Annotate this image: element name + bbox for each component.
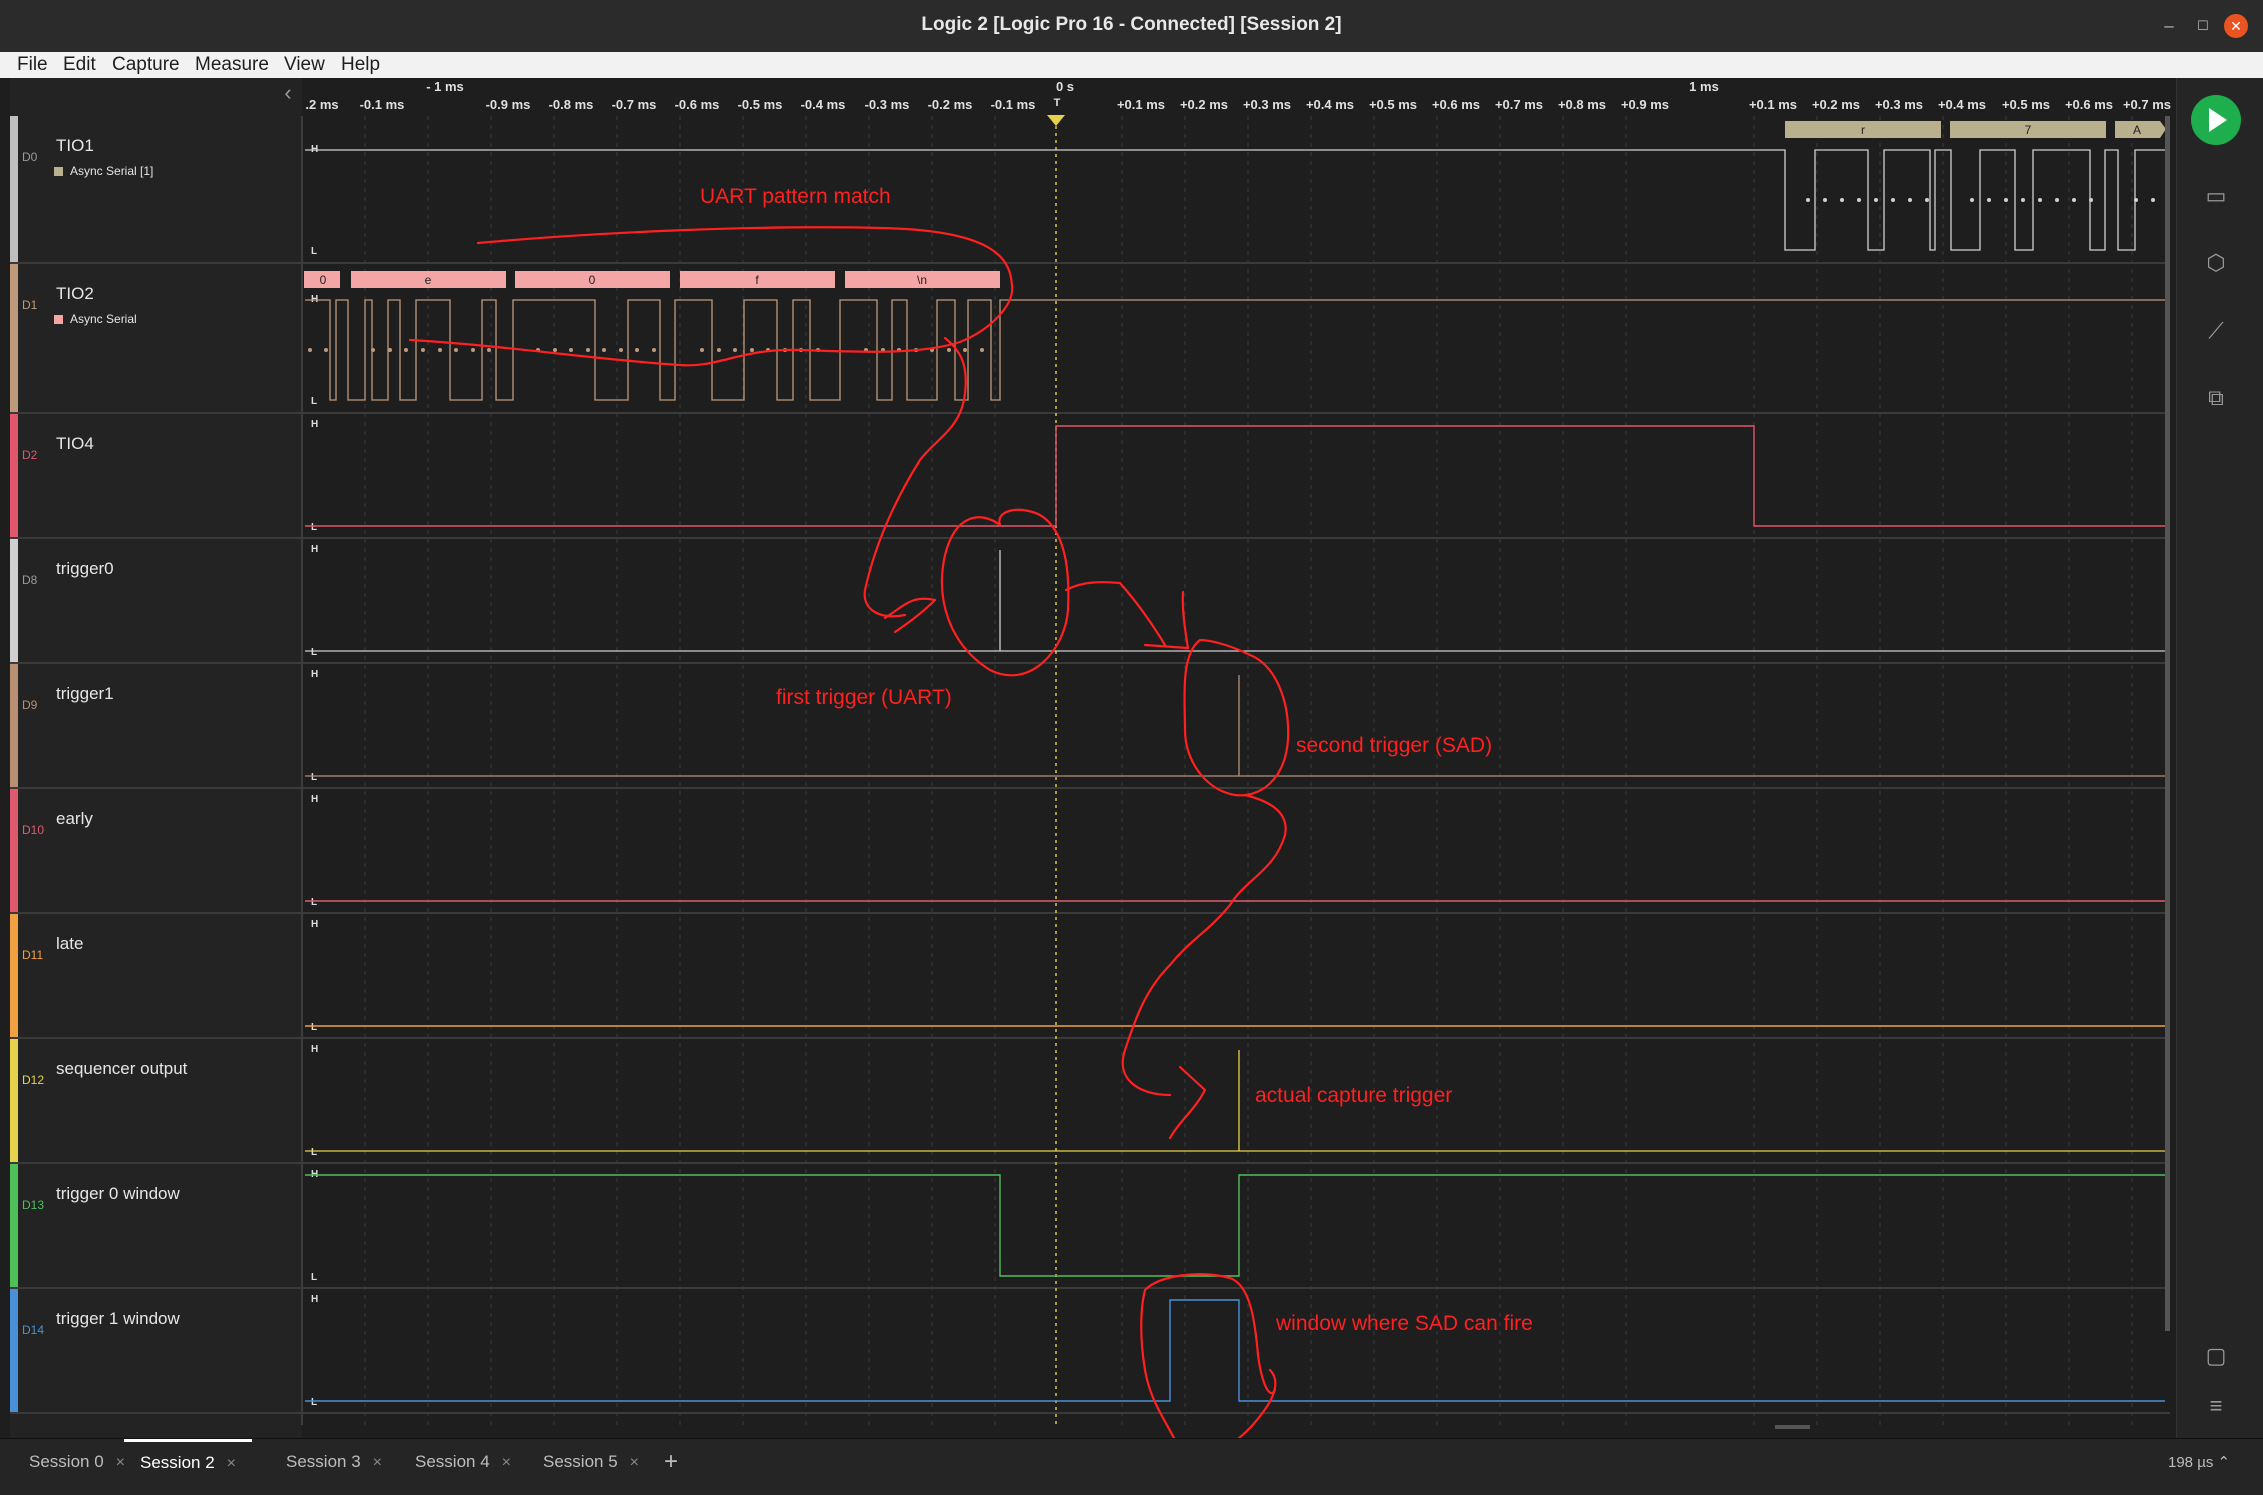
close-icon[interactable]: × [373,1454,382,1471]
decoded-label: r [1861,123,1865,137]
decoded-frame-0b[interactable]: 0 [515,271,670,288]
decoded-label: 7 [2025,123,2032,137]
menu-icon[interactable]: ≡ [2196,1388,2236,1424]
extensions-icon[interactable]: ⬡ [2196,245,2236,281]
svg-text:H: H [311,1294,318,1305]
waveform-canvas[interactable]: HL HL HL HL HL HL HL HL HL HL r 7 A 0 e … [0,0,2263,1494]
decoded-frame-newline[interactable]: \n [845,271,1000,288]
waveform-trigger1 [305,675,2165,777]
close-icon[interactable]: × [227,1455,236,1472]
svg-text:L: L [311,1397,317,1408]
tab-session-5[interactable]: Session 5 × [543,1439,639,1491]
svg-text:H: H [311,669,318,680]
horizontal-scrollbar[interactable] [1775,1425,1810,1429]
svg-text:L: L [311,647,317,658]
close-icon[interactable]: × [630,1454,639,1471]
waveform-trigger1-window [305,1299,2165,1402]
zoom-readout[interactable]: 198 µs ⌃ [2168,1439,2230,1491]
annotation-second-trigger: second trigger (SAD) [1296,734,1492,757]
svg-text:L: L [311,1147,317,1158]
tab-label: Session 0 [29,1452,104,1471]
decoded-label: \n [917,273,927,287]
decoded-label: A [2133,123,2141,137]
decoded-frame-e[interactable]: e [351,271,506,288]
svg-text:L: L [311,522,317,533]
tab-label: Session 3 [286,1452,361,1471]
svg-text:H: H [311,1044,318,1055]
comment-icon[interactable]: ▢ [2196,1338,2236,1374]
session-tab-bar: Session 0 × Session 2 × Session 3 × Session… [0,1438,2263,1495]
zoom-value: 198 µs [2168,1454,2214,1471]
decoded-frame-r[interactable]: r [1785,121,1941,138]
trigger-marker-icon[interactable] [1047,115,1065,126]
waveform-trigger0-window [305,1174,2165,1277]
measure-icon[interactable]: ⟋ [2196,313,2236,349]
vertical-scrollbar[interactable] [2165,116,2170,1331]
decoded-label: 0 [589,273,596,287]
waveform-sequencer-output [305,1050,2165,1152]
annotation-uart-pattern: UART pattern match [700,185,891,208]
tab-session-0[interactable]: Session 0 × [29,1439,125,1491]
decoded-frame-0[interactable]: 0 [304,271,340,288]
tab-label: Session 4 [415,1452,490,1471]
decoded-label: e [425,273,432,287]
annotation-labels: UART pattern match first trigger (UART) … [700,185,1533,1335]
run-button[interactable] [2191,95,2241,145]
layout-icon[interactable]: ⧉ [2196,380,2236,416]
svg-text:L: L [311,246,317,257]
waveform-tio2 [305,299,2165,401]
decoded-frame-f[interactable]: f [680,271,835,288]
tab-session-3[interactable]: Session 3 × [286,1439,382,1491]
waveform-tio4 [305,425,2165,527]
close-icon[interactable]: × [502,1454,511,1471]
decoded-frame-7[interactable]: 7 [1950,121,2106,138]
svg-text:H: H [311,419,318,430]
annotation-actual-capture: actual capture trigger [1255,1084,1452,1107]
tab-session-2[interactable]: Session 2 × [124,1439,253,1494]
svg-text:L: L [311,396,317,407]
svg-text:H: H [311,919,318,930]
svg-text:L: L [311,1022,317,1033]
annotation-strokes [408,226,1290,1457]
tab-label: Session 5 [543,1452,618,1471]
annotation-sad-window: window where SAD can fire [1275,1312,1533,1335]
decoded-frame-a[interactable]: A [2115,121,2166,138]
run-icon [2209,108,2227,132]
tab-label: Session 2 [140,1453,215,1472]
add-session-icon[interactable]: + [664,1439,678,1491]
right-toolbar [2176,78,2263,1438]
svg-text:H: H [311,794,318,805]
svg-text:L: L [311,772,317,783]
waveform-trigger0 [305,550,2165,652]
analyzers-icon[interactable]: ▭ [2196,178,2236,214]
svg-text:L: L [311,1272,317,1283]
annotation-first-trigger: first trigger (UART) [776,686,952,709]
tab-session-4[interactable]: Session 4 × [415,1439,511,1491]
svg-text:L: L [311,897,317,908]
decoded-label: 0 [320,273,327,287]
svg-text:H: H [311,544,318,555]
